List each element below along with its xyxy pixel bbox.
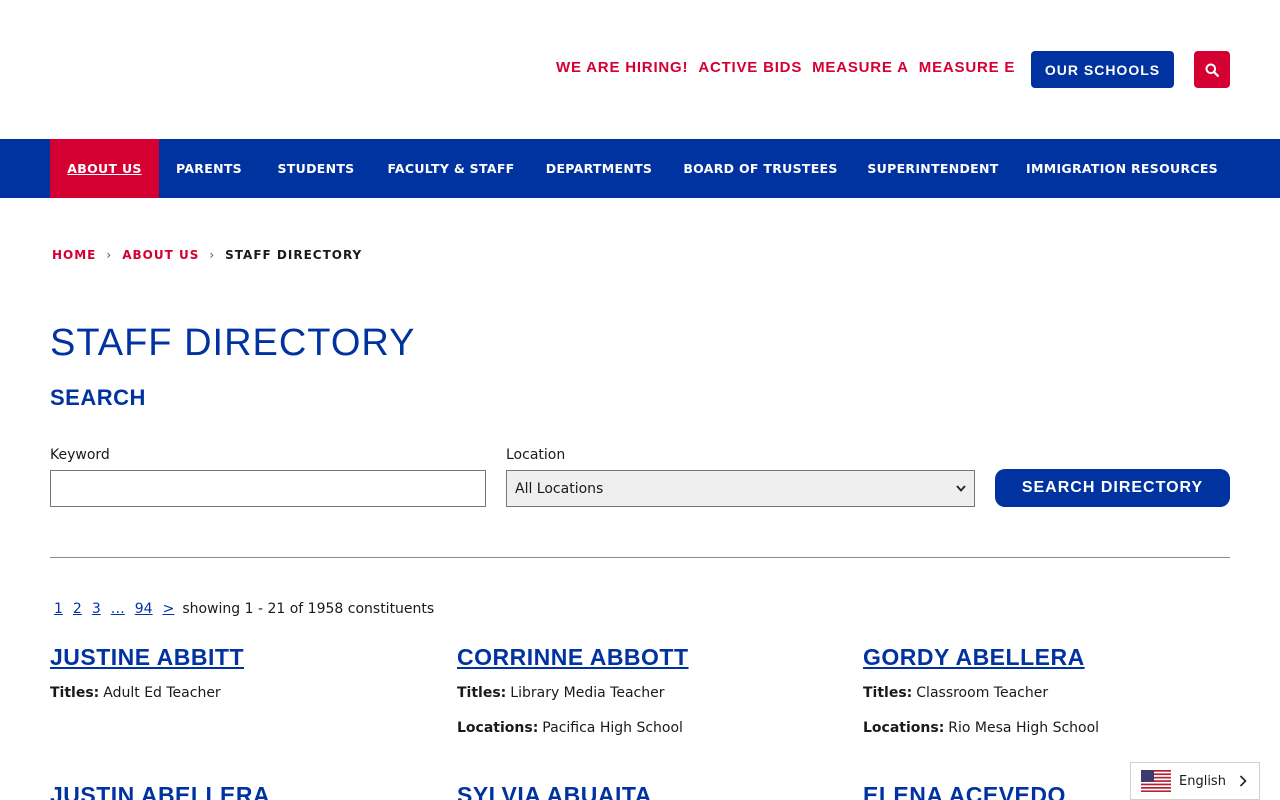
breadcrumb: HOME › ABOUT US › STAFF DIRECTORY	[52, 248, 362, 262]
chevron-down-icon	[956, 485, 966, 492]
locations-label: Locations:	[863, 720, 945, 736]
us-flag-icon	[1141, 770, 1171, 792]
language-label: English	[1179, 773, 1226, 789]
staff-location: Rio Mesa High School	[948, 720, 1100, 736]
search-button[interactable]	[1194, 51, 1230, 88]
nav-item-students[interactable]: STUDENTS	[259, 139, 373, 198]
staff-title-line: Titles: Classroom Teacher	[863, 685, 1048, 701]
staff-name-link[interactable]: SYLVIA ABUAITA	[457, 782, 652, 800]
page-link-2[interactable]: 2	[73, 601, 82, 617]
util-link-measure-a[interactable]: MEASURE A	[812, 59, 909, 76]
nav-item-faculty-staff[interactable]: FACULTY & STAFF	[373, 139, 529, 198]
staff-name-link[interactable]: JUSTINE ABBITT	[50, 644, 244, 671]
chevron-right-icon	[1239, 775, 1247, 787]
location-selected-value: All Locations	[515, 480, 604, 497]
chevron-right-icon: ›	[106, 248, 113, 262]
nav-item-board-of-trustees[interactable]: BOARD OF TRUSTEES	[669, 139, 852, 198]
staff-location-line: Locations: Rio Mesa High School	[863, 720, 1099, 736]
results-summary: showing 1 - 21 of 1958 constituents	[182, 601, 435, 617]
breadcrumb-about-us[interactable]: ABOUT US	[122, 248, 199, 262]
pagination: 1 2 3 … 94 > showing 1 - 21 of 1958 cons…	[54, 601, 434, 617]
page-title: STAFF DIRECTORY	[50, 322, 416, 364]
util-link-measure-e[interactable]: MEASURE E	[919, 59, 1015, 76]
locations-label: Locations:	[457, 720, 539, 736]
location-select[interactable]: All Locations	[506, 470, 975, 507]
staff-name-link[interactable]: ELENA ACEVEDO	[863, 782, 1066, 800]
utility-links: WE ARE HIRING! ACTIVE BIDS MEASURE A MEA…	[556, 59, 1015, 76]
titles-label: Titles:	[457, 685, 507, 701]
page-link-1[interactable]: 1	[54, 601, 63, 617]
staff-title: Adult Ed Teacher	[103, 685, 221, 701]
nav-item-departments[interactable]: DEPARTMENTS	[529, 139, 669, 198]
main-nav: ABOUT US PARENTS STUDENTS FACULTY & STAF…	[0, 139, 1280, 198]
titles-label: Titles:	[863, 685, 913, 701]
staff-name-link[interactable]: GORDY ABELLERA	[863, 644, 1085, 671]
chevron-right-icon: ›	[209, 248, 216, 262]
staff-title-line: Titles: Adult Ed Teacher	[50, 685, 221, 701]
staff-title: Classroom Teacher	[916, 685, 1049, 701]
nav-item-about-us[interactable]: ABOUT US	[50, 139, 159, 198]
page-link-ellipsis[interactable]: …	[111, 601, 125, 617]
page-link-next[interactable]: >	[163, 601, 175, 617]
staff-title: Library Media Teacher	[510, 685, 665, 701]
keyword-label: Keyword	[50, 447, 110, 463]
nav-item-immigration-resources[interactable]: IMMIGRATION RESOURCES	[1014, 139, 1230, 198]
staff-name-link[interactable]: JUSTIN ABELLERA	[50, 782, 270, 800]
location-label: Location	[506, 447, 566, 463]
nav-item-parents[interactable]: PARENTS	[159, 139, 259, 198]
page-link-3[interactable]: 3	[92, 601, 101, 617]
util-link-hiring[interactable]: WE ARE HIRING!	[556, 59, 688, 76]
site-header: WE ARE HIRING! ACTIVE BIDS MEASURE A MEA…	[0, 0, 1280, 139]
divider	[50, 557, 1230, 558]
keyword-input[interactable]	[50, 470, 486, 507]
our-schools-button[interactable]: OUR SCHOOLS	[1031, 51, 1174, 88]
titles-label: Titles:	[50, 685, 100, 701]
staff-name-link[interactable]: CORRINNE ABBOTT	[457, 644, 689, 671]
search-directory-button[interactable]: SEARCH DIRECTORY	[995, 469, 1230, 507]
breadcrumb-current: STAFF DIRECTORY	[225, 248, 363, 262]
breadcrumb-home[interactable]: HOME	[52, 248, 96, 262]
nav-item-superintendent[interactable]: SUPERINTENDENT	[852, 139, 1014, 198]
staff-title-line: Titles: Library Media Teacher	[457, 685, 665, 701]
staff-location-line: Locations: Pacifica High School	[457, 720, 683, 736]
util-link-active-bids[interactable]: ACTIVE BIDS	[698, 59, 802, 76]
search-heading: SEARCH	[50, 385, 146, 410]
language-selector[interactable]: English	[1130, 762, 1260, 800]
staff-location: Pacifica High School	[542, 720, 683, 736]
page-link-94[interactable]: 94	[135, 601, 153, 617]
search-icon	[1205, 63, 1219, 77]
